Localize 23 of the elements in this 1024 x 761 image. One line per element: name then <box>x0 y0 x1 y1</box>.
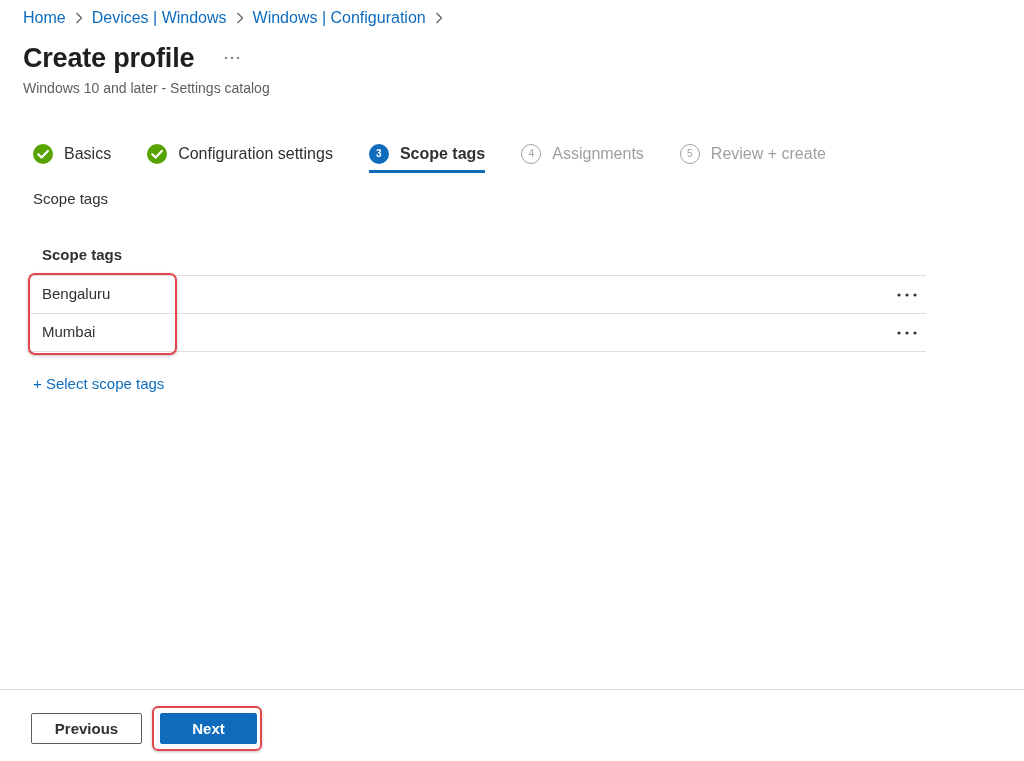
wizard-step-tab[interactable]: Basics <box>33 137 112 173</box>
step-number: 3 <box>368 144 389 164</box>
wizard-step-tab[interactable]: 3 Scope tags <box>368 137 486 173</box>
column-header: Scope tags <box>42 245 123 266</box>
chevron-icon <box>74 12 83 24</box>
breadcrumb-link[interactable]: Devices | Windows <box>91 8 227 28</box>
section-label: Scope tags <box>33 190 109 208</box>
check-circle-icon <box>33 144 53 164</box>
table-cell-text: Bengaluru <box>42 284 111 305</box>
page-subtitle: Windows 10 and later - Settings catalog <box>23 79 270 97</box>
page-title: Create profile <box>23 42 195 75</box>
wizard-step-tab[interactable]: Configuration settings <box>147 137 333 173</box>
more-icon[interactable] <box>897 330 917 335</box>
check-circle-icon <box>147 144 168 164</box>
breadcrumb-link[interactable]: Windows | Configuration <box>252 8 426 28</box>
previous-button[interactable]: Previous <box>31 712 142 744</box>
chevron-icon <box>235 12 244 24</box>
table-cell-text: Mumbai <box>42 322 96 343</box>
chevron-icon <box>434 12 443 24</box>
next-button[interactable]: Next <box>160 712 257 744</box>
more-icon[interactable] <box>897 292 917 297</box>
select-scope-tags-link[interactable]: + Select scope tags <box>33 375 165 393</box>
breadcrumb-link[interactable]: Home <box>23 8 66 28</box>
